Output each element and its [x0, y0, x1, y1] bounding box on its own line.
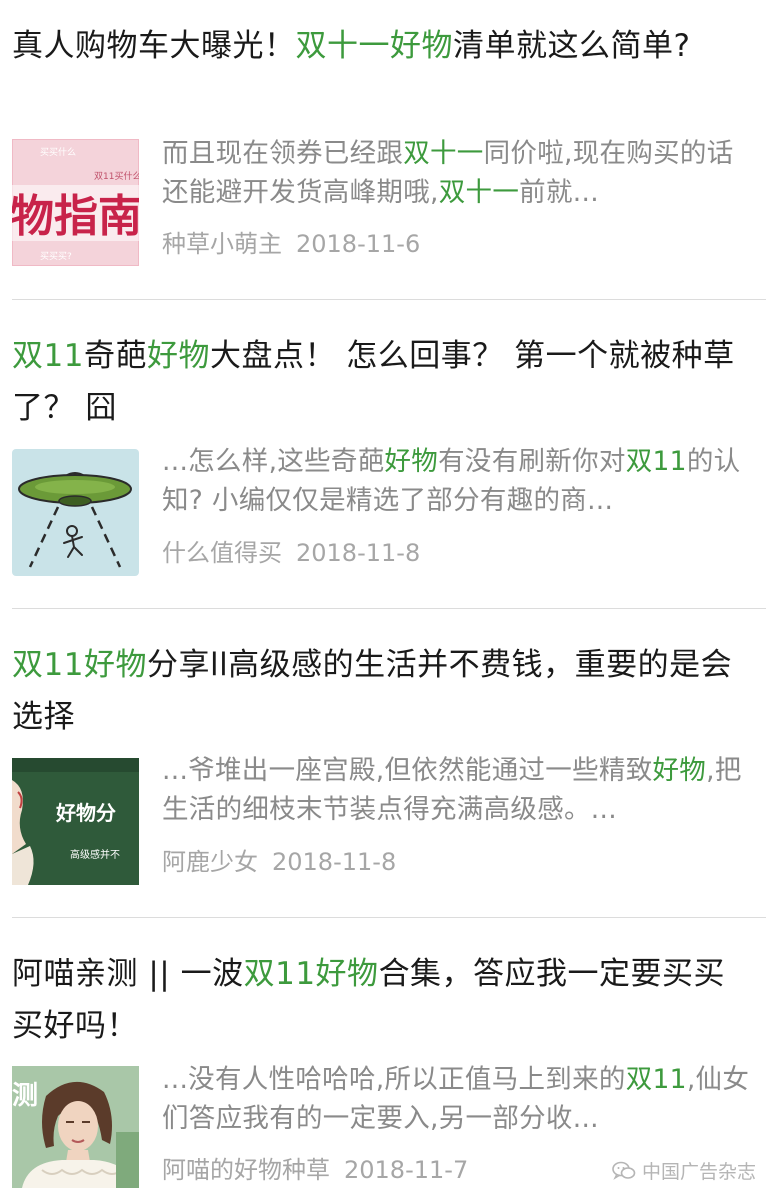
thumb-big-text: 测	[12, 1081, 38, 1111]
result-thumbnail[interactable]	[12, 449, 139, 576]
result-meta: 什么值得买 2018-11-8	[162, 536, 420, 570]
result-date: 2018-11-8	[272, 848, 397, 876]
result-snippet: ...怎么样,这些奇葩好物有没有刷新你对双11的认知? 小编仅仅是精选了部分有趣…	[162, 446, 741, 516]
result-date: 2018-11-6	[296, 230, 421, 258]
result-source[interactable]: 什么值得买	[162, 539, 282, 567]
thumb-small-right: 双11买什么	[94, 170, 139, 182]
shopping-guide-thumbnail: 买买什么 双11买什么 物指南 买买买?	[12, 139, 139, 266]
result-snippet: ...没有人性哈哈哈,所以正值马上到来的双11,仙女们答应我有的一定要入,另一部…	[162, 1064, 750, 1134]
ufo-illustration-thumbnail	[12, 449, 139, 576]
result-thumbnail[interactable]: 好物分 高级感并不	[12, 758, 139, 885]
result-meta: 种草小萌主 2018-11-6	[162, 227, 420, 261]
result-snippet: ...爷堆出一座宫殿,但依然能通过一些精致好物,把生活的细枝末节装点得充满高级感…	[162, 755, 742, 825]
watermark-text: 中国广告杂志	[641, 1161, 756, 1183]
thumb-small-bottom: 买买买?	[40, 251, 72, 262]
result-title[interactable]: 阿喵亲测 || 一波双11好物合集，答应我一定要买买买好吗！	[12, 948, 752, 1052]
search-result-1[interactable]: 真人购物车大曝光！双十一好物清单就这么简单? 买买什么 双11买什么 物指南 买…	[0, 0, 766, 300]
thumb-big-text: 好物分	[55, 801, 116, 825]
woman-portrait-thumbnail: 测	[12, 1066, 139, 1188]
result-title[interactable]: 双11好物分享ll高级感的生活并不费钱，重要的是会选择	[12, 639, 752, 743]
green-chalkboard-thumbnail: 好物分 高级感并不	[12, 758, 139, 885]
result-thumbnail[interactable]: 测	[12, 1066, 139, 1188]
result-source[interactable]: 种草小萌主	[162, 230, 282, 258]
search-result-2[interactable]: 双11奇葩好物大盘点！ 怎么回事？ 第一个就被种草了？ 囧 ...怎么样,这些奇…	[0, 300, 766, 610]
result-title[interactable]: 真人购物车大曝光！双十一好物清单就这么简单?	[12, 20, 752, 72]
thumb-small-text: 高级感并不	[70, 848, 120, 861]
result-meta: 阿鹿少女 2018-11-8	[162, 845, 396, 879]
wechat-icon	[612, 1161, 636, 1180]
thumb-big-text: 物指南	[12, 191, 139, 242]
watermark: 中国广告杂志	[612, 1157, 756, 1184]
result-snippet: 而且现在领券已经跟双十一同价啦,现在购买的话还能避开发货高峰期哦,双十一前就..…	[162, 138, 734, 208]
search-result-3[interactable]: 双11好物分享ll高级感的生活并不费钱，重要的是会选择 好物分 高级感并不 ..…	[0, 609, 766, 919]
thumb-small-top: 买买什么	[40, 146, 76, 158]
result-title[interactable]: 双11奇葩好物大盘点！ 怎么回事？ 第一个就被种草了？ 囧	[12, 330, 752, 434]
result-meta: 阿喵的好物种草 2018-11-7	[162, 1153, 468, 1187]
search-result-4[interactable]: 阿喵亲测 || 一波双11好物合集，答应我一定要买买买好吗！ 测 ...没有人性…	[0, 918, 766, 1190]
result-source[interactable]: 阿喵的好物种草	[162, 1156, 330, 1184]
result-thumbnail[interactable]: 买买什么 双11买什么 物指南 买买买?	[12, 139, 139, 266]
result-date: 2018-11-8	[296, 539, 421, 567]
result-source[interactable]: 阿鹿少女	[162, 848, 258, 876]
result-date: 2018-11-7	[344, 1156, 469, 1184]
